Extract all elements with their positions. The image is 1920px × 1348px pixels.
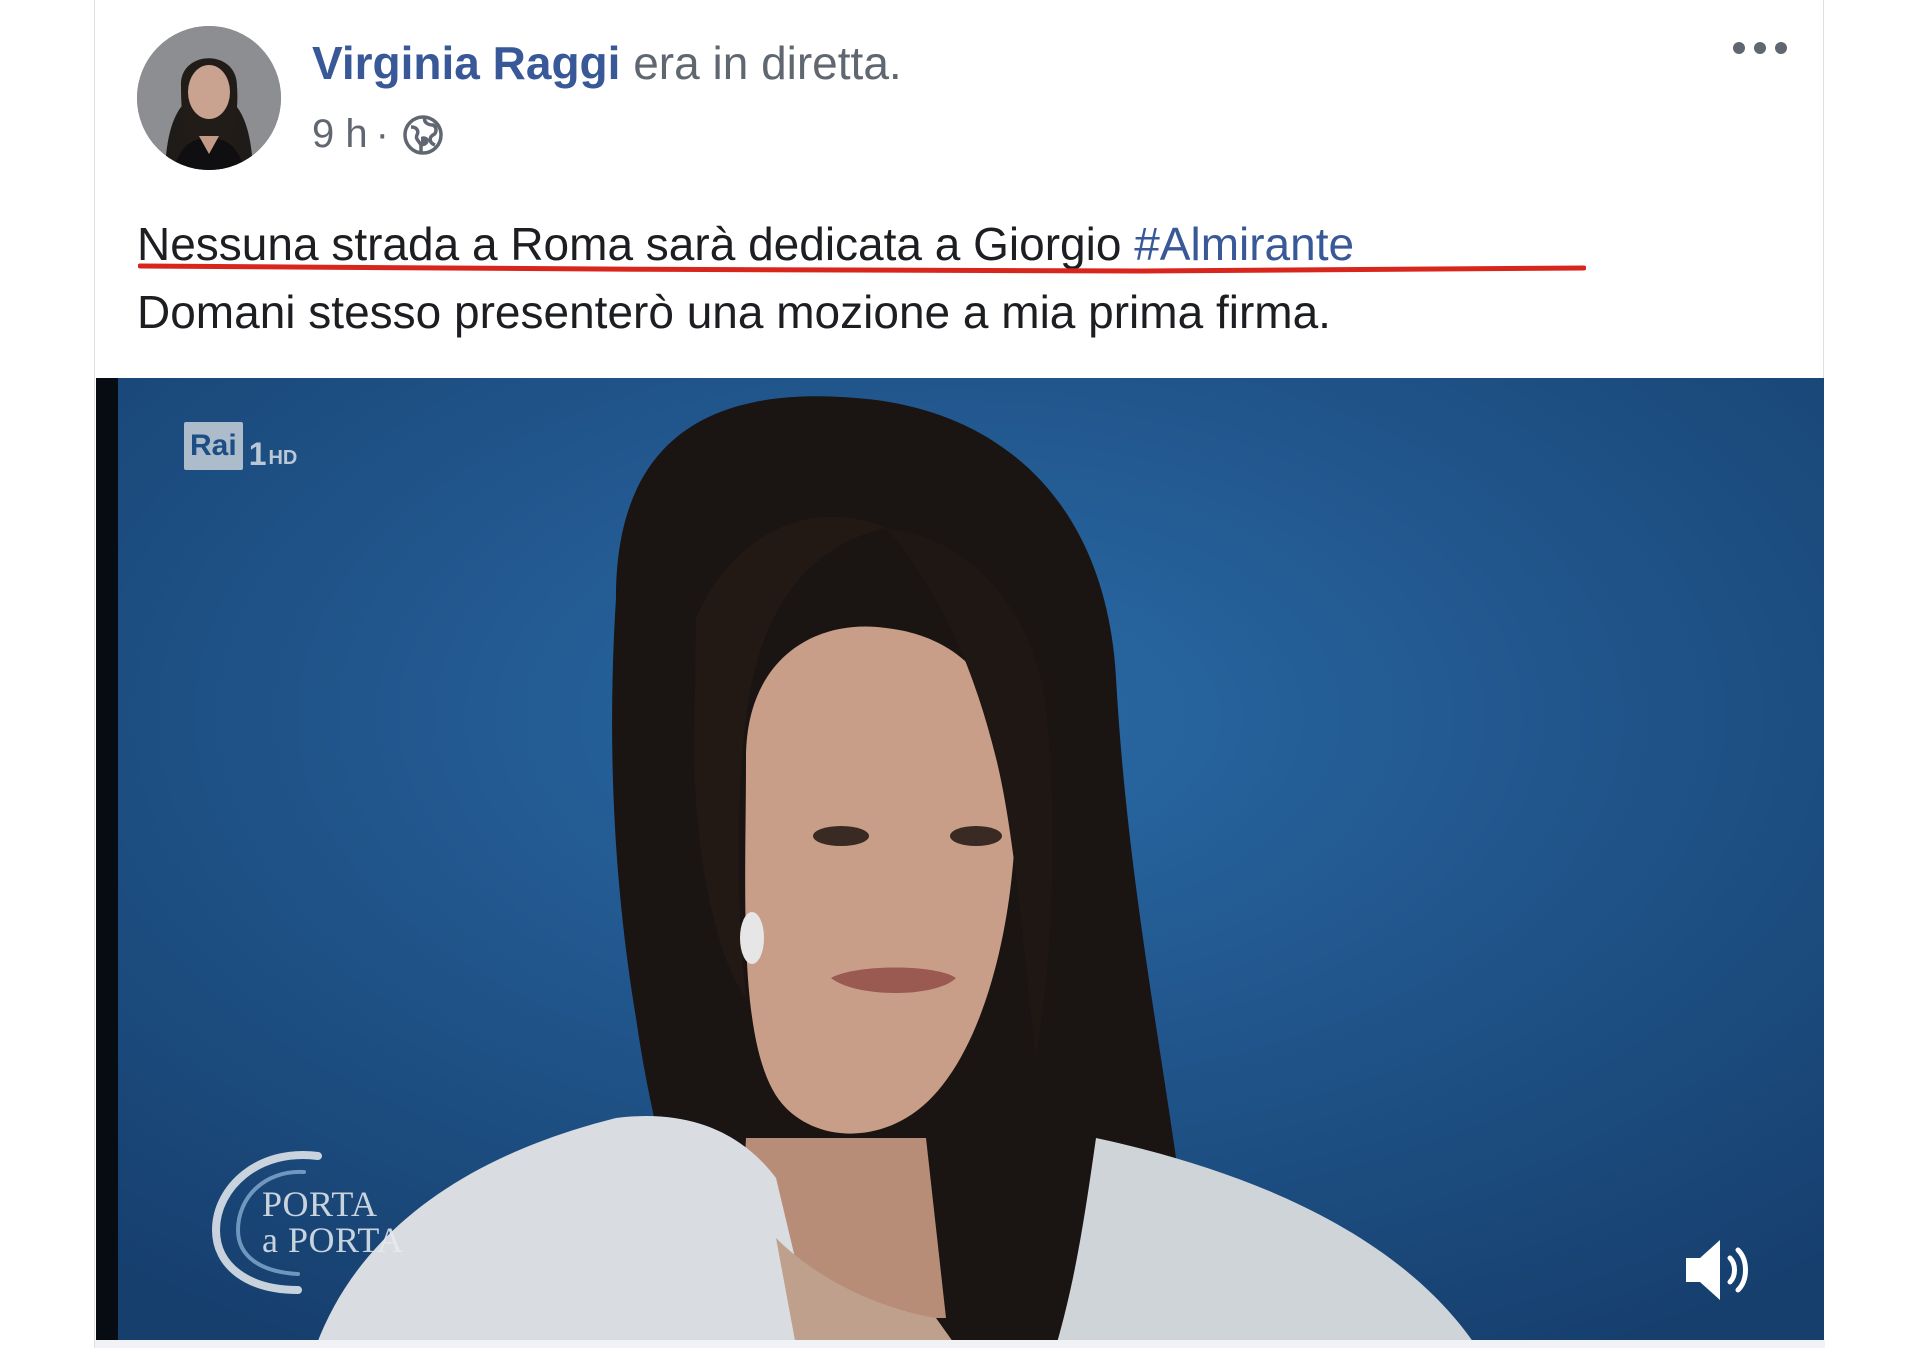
red-underline-annotation — [138, 263, 1586, 274]
rai-hd-label: HD — [268, 447, 298, 469]
rai-channel-number: 1 — [248, 436, 267, 472]
post-meta: 9 h · — [312, 112, 445, 157]
author-name-link[interactable]: Virginia Raggi — [312, 37, 620, 89]
more-options-button[interactable] — [1725, 34, 1795, 62]
author-avatar[interactable] — [137, 26, 281, 170]
live-status-text: era in diretta. — [620, 37, 902, 89]
live-video-player[interactable]: Rai 1 HD PORTA a PORTA — [96, 378, 1824, 1346]
globe-icon[interactable] — [401, 113, 445, 157]
show-logo-line1: PORTA — [262, 1184, 378, 1224]
rai-channel-logo: Rai 1 HD — [184, 422, 297, 470]
post-message-line-2: Domani stesso presenterò una mozione a m… — [137, 286, 1331, 338]
rai-logo-box: Rai — [184, 422, 243, 470]
show-logo-text: PORTA a PORTA — [262, 1186, 403, 1258]
show-logo-line2: a PORTA — [262, 1220, 404, 1260]
post-message: Nessuna strada a Roma sarà dedicata a Gi… — [137, 210, 1354, 346]
volume-icon[interactable] — [1680, 1230, 1760, 1310]
avatar-image — [137, 26, 281, 170]
meta-separator: · — [375, 112, 389, 156]
card-bottom-divider — [95, 1340, 1825, 1348]
post-timestamp[interactable]: 9 h — [312, 112, 368, 157]
more-options-icon — [1733, 42, 1745, 54]
facebook-post-card: Virginia Raggi era in diretta. 9 h · Nes… — [94, 0, 1825, 1348]
post-header: Virginia Raggi era in diretta. — [312, 36, 902, 90]
